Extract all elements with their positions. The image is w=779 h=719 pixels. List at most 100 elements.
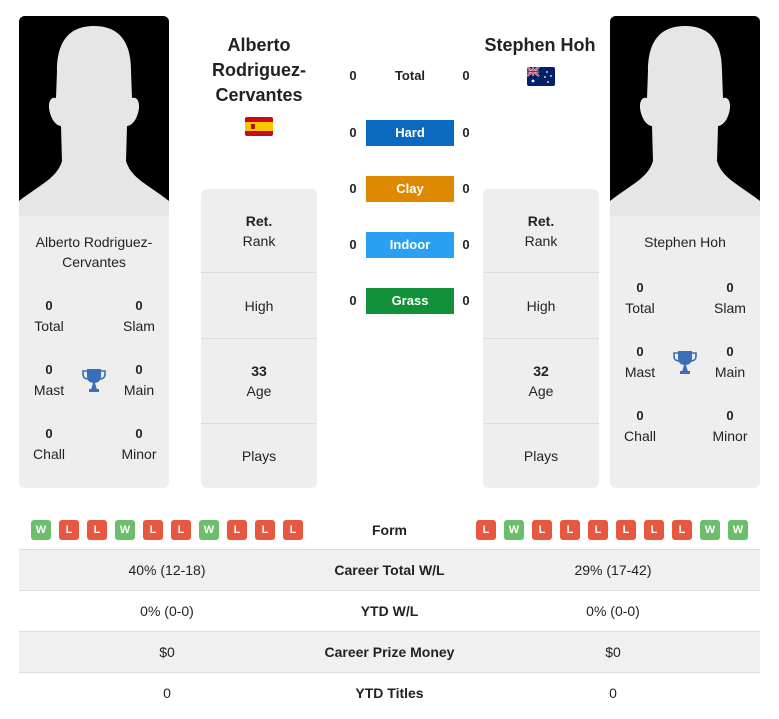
player1-titles-minor: 0 Minor bbox=[109, 424, 169, 464]
surface-row-total: 0 Total 0 bbox=[340, 63, 480, 89]
player2-stat-value: $0 bbox=[605, 644, 621, 660]
rank-label: Rank bbox=[524, 233, 558, 249]
player1-card-name-line2: Cervantes bbox=[62, 254, 126, 270]
player2-form-badge-win[interactable]: W bbox=[700, 520, 720, 540]
player1-name-line1[interactable]: Alberto bbox=[190, 33, 328, 58]
label: Mast bbox=[33, 382, 65, 398]
player2-surface-total: 0 bbox=[462, 68, 470, 83]
value: 0 bbox=[135, 362, 143, 377]
player1-form-badge-loss[interactable]: L bbox=[87, 520, 107, 540]
label: Main bbox=[714, 364, 746, 380]
australia-flag-icon bbox=[527, 67, 555, 86]
label: Chall bbox=[33, 446, 65, 462]
player2-form-badge-loss[interactable]: L bbox=[560, 520, 580, 540]
player1-form-badge-win[interactable]: W bbox=[31, 520, 51, 540]
player2-form-badge-win[interactable]: W bbox=[504, 520, 524, 540]
player2-form-badge-loss[interactable]: L bbox=[532, 520, 552, 540]
label: Slam bbox=[123, 318, 155, 334]
player2-form-badge-loss[interactable]: L bbox=[476, 520, 496, 540]
player1-stat-value: 40% (12-18) bbox=[128, 562, 206, 578]
value: 0 bbox=[636, 344, 644, 359]
value: 0 bbox=[636, 408, 644, 423]
player1-name-line2[interactable]: Rodriguez- bbox=[190, 58, 328, 83]
player1-surface-total: 0 bbox=[349, 68, 357, 83]
form-row: Form WLLWLLWLLL LWLLLLLLWW bbox=[19, 510, 760, 550]
value: 0 bbox=[45, 298, 53, 313]
player2-stat-value: 29% (17-42) bbox=[574, 562, 652, 578]
player1-rank: Ret. Rank bbox=[201, 189, 317, 273]
value: 0 bbox=[135, 298, 143, 313]
rank-value: Ret. bbox=[527, 213, 555, 229]
stat-label: YTD W/L bbox=[360, 603, 419, 619]
label: Total bbox=[625, 300, 655, 316]
rank-value: Ret. bbox=[245, 213, 273, 229]
value: 0 bbox=[726, 408, 734, 423]
value: 0 bbox=[45, 426, 53, 441]
player1-stat-value: $0 bbox=[159, 644, 175, 660]
player2-titles-main: 0 Main bbox=[700, 342, 760, 382]
player1-surface-hard: 0 bbox=[349, 125, 357, 140]
player2-name-line1[interactable]: Stephen Hoh bbox=[470, 33, 610, 58]
value: 0 bbox=[726, 344, 734, 359]
player2-card: Stephen Hoh 0 Total 0 Slam 0 Mast 0 Main… bbox=[610, 16, 760, 488]
player1-titles-slam: 0 Slam bbox=[109, 296, 169, 336]
player1-form-badge-loss[interactable]: L bbox=[143, 520, 163, 540]
age-label: Age bbox=[528, 383, 554, 399]
player1-titles-chall: 0 Chall bbox=[19, 424, 79, 464]
spain-flag-icon bbox=[245, 117, 273, 136]
age-label: Age bbox=[246, 383, 272, 399]
stat-row-ytd-wl: 0% (0-0) YTD W/L 0% (0-0) bbox=[19, 591, 760, 632]
player2-surface-clay: 0 bbox=[462, 181, 470, 196]
high-label: High bbox=[244, 298, 274, 314]
player1-form-badge-loss[interactable]: L bbox=[227, 520, 247, 540]
age-value: 32 bbox=[533, 363, 549, 379]
player1-form-badge-win[interactable]: W bbox=[199, 520, 219, 540]
player2-card-name-line1: Stephen Hoh bbox=[644, 234, 726, 250]
player2-surface-grass: 0 bbox=[462, 293, 470, 308]
player1-card-name-line1: Alberto Rodriguez- bbox=[35, 234, 153, 250]
stat-row-ytd-titles: 0 YTD Titles 0 bbox=[19, 673, 760, 714]
stat-label: Career Prize Money bbox=[324, 644, 455, 660]
player1-surface-grass: 0 bbox=[349, 293, 357, 308]
player2-form-badge-loss[interactable]: L bbox=[672, 520, 692, 540]
player2-age: 32 Age bbox=[483, 339, 599, 424]
high-label: High bbox=[526, 298, 556, 314]
label: Main bbox=[123, 382, 155, 398]
value: 0 bbox=[726, 280, 734, 295]
surface-label-grass: Grass bbox=[366, 288, 454, 314]
label: Total bbox=[34, 318, 64, 334]
player2-form-badge-loss[interactable]: L bbox=[644, 520, 664, 540]
plays-label: Plays bbox=[241, 448, 277, 464]
player2-titles-slam: 0 Slam bbox=[700, 278, 760, 318]
player2-form-badge-loss[interactable]: L bbox=[588, 520, 608, 540]
player1-name[interactable]: Alberto Rodriguez- Cervantes bbox=[190, 33, 328, 108]
player1-form-badge-win[interactable]: W bbox=[115, 520, 135, 540]
stat-row-career-total-wl: 40% (12-18) Career Total W/L 29% (17-42) bbox=[19, 550, 760, 591]
player1-titles-main: 0 Main bbox=[109, 360, 169, 400]
player2-name[interactable]: Stephen Hoh bbox=[470, 33, 610, 58]
player1-form-badge-loss[interactable]: L bbox=[171, 520, 191, 540]
player2-form-badge-win[interactable]: W bbox=[728, 520, 748, 540]
player1-surface-indoor: 0 bbox=[349, 237, 357, 252]
player2-rank: Ret. Rank bbox=[483, 189, 599, 273]
player1-name-line3[interactable]: Cervantes bbox=[190, 83, 328, 108]
player1-plays: Plays bbox=[201, 424, 317, 488]
player2-titles-chall: 0 Chall bbox=[610, 406, 670, 446]
player2-high: High bbox=[483, 273, 599, 339]
player2-surface-hard: 0 bbox=[462, 125, 470, 140]
player1-form-badge-loss[interactable]: L bbox=[59, 520, 79, 540]
player1-form-badge-loss[interactable]: L bbox=[255, 520, 275, 540]
player2-plays: Plays bbox=[483, 424, 599, 488]
player1-form-badge-loss[interactable]: L bbox=[283, 520, 303, 540]
age-value: 33 bbox=[251, 363, 267, 379]
value: 0 bbox=[135, 426, 143, 441]
player2-stat-value: 0% (0-0) bbox=[586, 603, 640, 619]
player2-stat-value: 0 bbox=[609, 685, 617, 701]
player1-card: Alberto Rodriguez- Cervantes 0 Total 0 S… bbox=[19, 16, 169, 488]
surface-label-hard: Hard bbox=[366, 120, 454, 146]
player1-card-name: Alberto Rodriguez- Cervantes bbox=[19, 232, 169, 272]
label: Slam bbox=[714, 300, 746, 316]
surface-label-indoor: Indoor bbox=[366, 232, 454, 258]
player2-card-name: Stephen Hoh bbox=[610, 232, 760, 252]
player2-form-badge-loss[interactable]: L bbox=[616, 520, 636, 540]
